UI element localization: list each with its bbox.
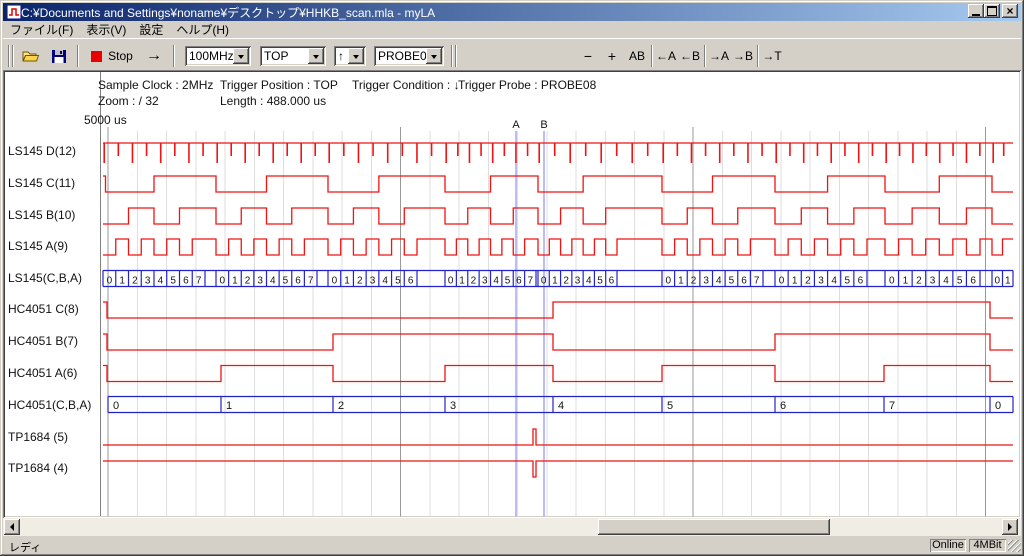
scroll-left-button[interactable]: [4, 519, 20, 535]
status-online-badge: Online: [930, 539, 966, 552]
toolbar-separator: [757, 45, 759, 67]
status-memory-badge: 4MBit: [969, 539, 1006, 552]
sample-clock-value: 100MHz: [189, 49, 234, 63]
close-icon: ×: [1006, 6, 1013, 16]
toolbar-separator: [173, 45, 175, 67]
menu-item-file[interactable]: ファイル(F): [10, 21, 73, 38]
minimize-button[interactable]: [968, 4, 984, 18]
stop-icon: [91, 51, 102, 62]
cursor-a-right-button[interactable]: →A: [708, 44, 730, 68]
floppy-disk-icon: [51, 49, 67, 64]
menu-bar: ファイル(F) 表示(V) 設定 ヘルプ(H): [3, 21, 1021, 38]
toolbar: Stop → 100MHz TOP ↑ PROBE00 − + AB: [3, 38, 1021, 71]
timeline-time-label: 5000 us: [84, 113, 127, 127]
info-zoom: Zoom : / 32: [98, 94, 159, 108]
status-bar: レディ Online 4MBit: [3, 537, 1021, 554]
menu-item-settings[interactable]: 設定: [139, 21, 163, 38]
toolbar-separator: [651, 45, 653, 67]
toolbar-grip: [8, 45, 10, 67]
zoom-in-button[interactable]: +: [603, 44, 621, 68]
stop-button-label: Stop: [108, 49, 133, 63]
maximize-icon: [987, 6, 997, 16]
zoom-ab-button[interactable]: AB: [625, 44, 649, 68]
scroll-thumb[interactable]: [598, 519, 830, 535]
trigger-position-value: TOP: [264, 49, 288, 63]
chevron-down-icon: [238, 55, 244, 62]
toolbar-grip: [12, 45, 14, 67]
cursor-b-left-button[interactable]: ←B: [679, 44, 701, 68]
info-sample-clock: Sample Clock : 2MHz: [98, 78, 213, 92]
dropdown-button[interactable]: [233, 48, 249, 64]
run-button[interactable]: →: [141, 44, 167, 68]
info-trigger-condition: Trigger Condition : ↓: [352, 78, 460, 92]
cursor-a-left-button[interactable]: ←A: [655, 44, 677, 68]
chevron-down-icon: [313, 55, 319, 62]
chevron-down-icon: [431, 55, 437, 62]
sample-clock-select[interactable]: 100MHz: [185, 46, 251, 66]
menu-item-view[interactable]: 表示(V): [86, 21, 126, 38]
status-message: レディ: [9, 539, 41, 555]
toolbar-separator: [704, 45, 706, 67]
app-icon: [7, 5, 21, 19]
window-title: C:¥Documents and Settings¥noname¥デスクトップ¥…: [21, 4, 435, 21]
title-bar: C:¥Documents and Settings¥noname¥デスクトップ¥…: [3, 3, 1021, 21]
maximize-button[interactable]: [984, 4, 1000, 18]
info-length: Length : 488.000 us: [220, 94, 326, 108]
dropdown-button[interactable]: [426, 48, 442, 64]
toolbar-separator: [77, 45, 79, 67]
trigger-edge-select[interactable]: ↑: [334, 46, 366, 66]
chevron-down-icon: [353, 55, 359, 62]
scroll-right-button[interactable]: [1002, 519, 1018, 535]
dropdown-button[interactable]: [348, 48, 364, 64]
trigger-position-select[interactable]: TOP: [260, 46, 326, 66]
label-column-divider: [100, 72, 102, 516]
run-arrow-icon: →: [146, 47, 162, 65]
zoom-out-button[interactable]: −: [579, 44, 597, 68]
info-trigger-position: Trigger Position : TOP: [220, 78, 338, 92]
waveform-panel: [3, 70, 1021, 518]
arrow-right-icon: [1008, 523, 1016, 531]
save-button[interactable]: [47, 44, 71, 68]
horizontal-scrollbar[interactable]: [3, 518, 1021, 536]
open-button[interactable]: [19, 44, 43, 68]
minimize-icon: [972, 14, 980, 16]
cursor-b-right-button[interactable]: →B: [732, 44, 754, 68]
trigger-probe-select[interactable]: PROBE00: [374, 46, 444, 66]
close-button[interactable]: ×: [1002, 4, 1018, 18]
dropdown-button[interactable]: [308, 48, 324, 64]
resize-grip[interactable]: [1008, 540, 1021, 552]
toolbar-separator: [451, 45, 453, 67]
menu-item-help[interactable]: ヘルプ(H): [176, 21, 229, 38]
folder-open-icon: [22, 49, 40, 64]
goto-trigger-button[interactable]: →T: [761, 44, 783, 68]
trigger-edge-value: ↑: [338, 49, 344, 63]
arrow-left-icon: [6, 523, 14, 531]
app-window: C:¥Documents and Settings¥noname¥デスクトップ¥…: [0, 0, 1024, 556]
stop-button[interactable]: Stop: [87, 44, 137, 68]
toolbar-separator: [455, 45, 457, 67]
info-trigger-probe: Trigger Probe : PROBE08: [458, 78, 596, 92]
